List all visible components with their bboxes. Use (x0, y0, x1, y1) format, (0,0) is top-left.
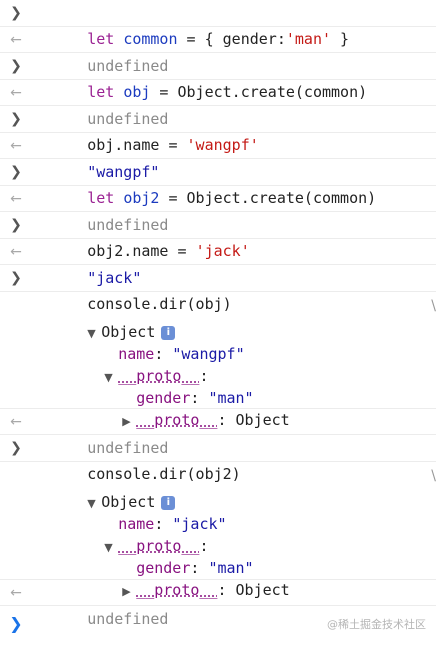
console-dir-output: \ ▼ Object i name: "wangpf" ▼ __proto__: ge… (0, 292, 436, 429)
console-output-line: ← undefined (0, 27, 436, 75)
console-prompt-input[interactable]: ❯ (8, 614, 24, 633)
console-output-entry: ← undefined (0, 409, 436, 457)
console-output-line: ← undefined (0, 409, 436, 457)
return-arrow-icon: ← (10, 32, 22, 48)
property-row: name: "jack" (118, 515, 227, 533)
return-value: undefined (87, 610, 169, 628)
property-row: name: "wangpf" (118, 345, 245, 363)
console-input-entry[interactable]: ❯ let common = { gender:'man' } (0, 0, 436, 48)
console-output-line: ← undefined (0, 580, 436, 628)
console-input-line[interactable]: ❯ obj.name = 'wangpf' (0, 106, 436, 154)
chevron-right-icon: ❯ (10, 5, 22, 21)
console-input-line[interactable]: ❯ obj2.name = 'jack' (0, 212, 436, 260)
console-output-entry: ← "jack" (0, 239, 436, 287)
console-output-line: ← undefined (0, 80, 436, 128)
console-input-line[interactable]: ❯ console.dir(obj) (0, 265, 436, 313)
proto-node[interactable]: ▼ __proto__: (0, 513, 436, 555)
console-output-line: ← "wangpf" (0, 133, 436, 181)
chevron-right-icon: ❯ (10, 217, 22, 233)
proto-node[interactable]: ▼ __proto__: (0, 343, 436, 385)
console-output-entry: ← undefined (0, 80, 436, 128)
chevron-right-icon: ❯ (10, 440, 22, 456)
proto-node[interactable]: ▶ __proto__: Object (0, 557, 436, 599)
console-input-entry[interactable]: ❯ console.dir(obj) (0, 265, 436, 313)
return-arrow-icon: ← (10, 585, 22, 601)
console-input-line[interactable]: ❯ let obj2 = Object.create(common) (0, 159, 436, 207)
object-node[interactable]: ▼ Object i (0, 299, 436, 341)
return-arrow-icon: ← (10, 138, 22, 154)
property-row: gender: "man" (136, 389, 254, 407)
object-node[interactable]: ▼ Object i (0, 469, 436, 511)
console-output-line: ← undefined (0, 186, 436, 234)
console-input-entry[interactable]: ❯ let obj2 = Object.create(common) (0, 159, 436, 207)
console-input-entry[interactable]: ❯ obj.name = 'wangpf' (0, 106, 436, 154)
proto-node[interactable]: ▶ __proto__: Object (0, 387, 436, 429)
chevron-right-icon: ❯ (10, 270, 22, 286)
console-output-line: ← "jack" (0, 239, 436, 287)
watermark: @稀土掘金技术社区 (327, 618, 426, 631)
console-output-entry: ← "wangpf" (0, 133, 436, 181)
console-input-line[interactable]: ❯ let common = { gender:'man' } (0, 0, 436, 48)
chevron-right-icon: ❯ (10, 111, 22, 127)
chevron-right-icon: ❯ (10, 164, 22, 180)
console-output-entry: ← undefined (0, 186, 436, 234)
return-arrow-icon: ← (10, 191, 22, 207)
console-input-entry[interactable]: ❯ obj2.name = 'jack' (0, 212, 436, 260)
property-row: gender: "man" (136, 559, 254, 577)
console-input-line[interactable]: ❯ console.dir(obj2) (0, 435, 436, 483)
console-input-entry[interactable]: ❯ let obj = Object.create(common) (0, 53, 436, 101)
console-input-line[interactable]: ❯ let obj = Object.create(common) (0, 53, 436, 101)
console-input-entry[interactable]: ❯ console.dir(obj2) (0, 435, 436, 483)
return-arrow-icon: ← (10, 414, 22, 430)
console-panel: ❯ let common = { gender:'man' } ← undefine… (0, 0, 436, 628)
return-arrow-icon: ← (10, 244, 22, 260)
console-output-entry: ← undefined (0, 580, 436, 628)
return-arrow-icon: ← (10, 85, 22, 101)
console-dir-output: \ ▼ Object i name: "jack" ▼ __proto__: gend… (0, 462, 436, 599)
chevron-right-icon: ❯ (10, 58, 22, 74)
console-output-entry: ← undefined (0, 27, 436, 75)
